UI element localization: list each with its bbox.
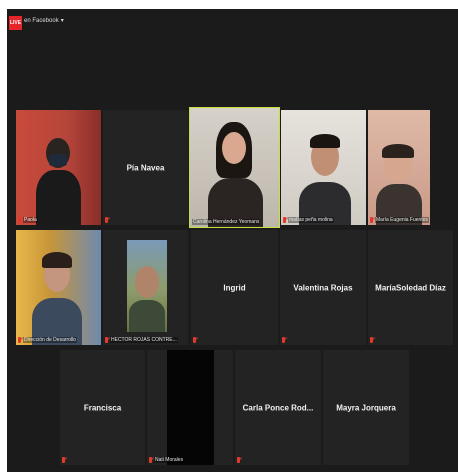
live-source-label: en Facebook — [24, 17, 59, 24]
participant-video — [368, 110, 430, 225]
participant-tile-mariasoledad-diaz[interactable]: MaríaSoledad Díaz — [368, 230, 453, 345]
participant-name: Francisca — [83, 403, 122, 412]
participant-name: Valentina Rojas — [293, 283, 353, 292]
participant-name: Ingrid — [223, 283, 246, 292]
muted-mic-icon — [105, 217, 108, 223]
participant-video-off — [167, 350, 214, 465]
live-badge[interactable]: LIVE — [9, 16, 22, 30]
participant-video — [16, 110, 101, 225]
participant-status — [370, 337, 373, 343]
participant-status — [282, 337, 285, 343]
participant-status — [105, 217, 108, 223]
muted-mic-icon — [193, 337, 196, 343]
participant-name: Pía Navea — [126, 163, 165, 172]
participant-tile-carla-ponce[interactable]: Carla Ponce Rod... — [235, 350, 321, 465]
participant-name: Carla Ponce Rod... — [242, 403, 314, 412]
participant-status — [193, 337, 196, 343]
participant-label: Dirección de Desarrollo — [18, 337, 77, 343]
muted-mic-icon — [18, 217, 21, 223]
participant-tile-carolina-hernandez[interactable]: Carolina Hernández Yeomans — [189, 107, 280, 228]
participant-video — [281, 110, 366, 225]
participant-tile-francisca[interactable]: Francisca — [60, 350, 145, 465]
participant-label: matías peña molina — [283, 217, 334, 223]
participant-status — [62, 457, 65, 463]
participant-tile-direccion-desarrollo[interactable]: Dirección de Desarrollo — [16, 230, 101, 345]
muted-mic-icon — [18, 337, 21, 343]
participant-label: María Eugenia Fuentes — [370, 217, 429, 223]
participant-tile-maria-eugenia[interactable]: María Eugenia Fuentes — [368, 110, 430, 225]
live-label: LIVE — [9, 20, 22, 26]
participant-video — [16, 230, 101, 345]
participant-name: Mayra Jorquera — [336, 403, 396, 412]
participant-tile-hector-rojas[interactable]: HECTOR ROJAS CONTRE... — [103, 230, 188, 345]
participant-label: Paola — [18, 217, 38, 223]
participant-tile-ingrid[interactable]: Ingrid — [191, 230, 278, 345]
participant-name: MaríaSoledad Díaz — [375, 283, 446, 292]
participant-tile-valentina-rojas[interactable]: Valentina Rojas — [280, 230, 366, 345]
participant-tile-matias-pena[interactable]: matías peña molina — [281, 110, 366, 225]
participant-tile-paola[interactable]: Paola — [16, 110, 101, 225]
muted-mic-icon — [62, 457, 65, 463]
participant-label: Carolina Hernández Yeomans — [192, 219, 261, 225]
participant-label: HECTOR ROJAS CONTRE... — [105, 337, 178, 343]
muted-mic-icon — [370, 337, 373, 343]
muted-mic-icon — [282, 337, 285, 343]
participant-status — [237, 457, 240, 463]
muted-mic-icon — [283, 217, 286, 223]
participant-label: Nati Morales — [149, 457, 185, 463]
live-source-dropdown[interactable]: en Facebook ▾ — [24, 17, 64, 25]
participant-video — [103, 230, 188, 345]
muted-mic-icon — [237, 457, 240, 463]
muted-mic-icon — [149, 457, 152, 463]
participant-tile-nati-morales[interactable]: Nati Morales — [147, 350, 233, 465]
participant-video — [190, 108, 279, 227]
muted-mic-icon — [105, 337, 108, 343]
muted-mic-icon — [370, 217, 373, 223]
participant-tile-pia-navea[interactable]: Pía Navea — [103, 110, 188, 225]
chevron-down-icon: ▾ — [60, 18, 64, 24]
participant-tile-mayra-jorquera[interactable]: Mayra Jorquera — [323, 350, 409, 465]
